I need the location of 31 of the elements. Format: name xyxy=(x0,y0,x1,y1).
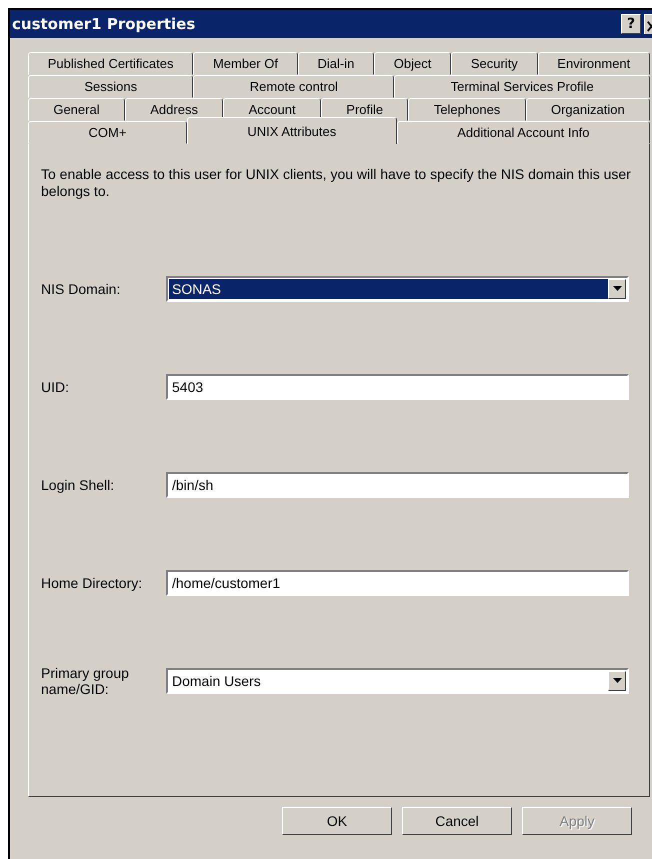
input-field[interactable]: 5403 xyxy=(166,374,629,400)
tab[interactable]: Environment xyxy=(538,52,650,75)
tab[interactable]: Object xyxy=(374,52,452,75)
tab[interactable]: Organization xyxy=(526,98,650,121)
tab[interactable]: Member Of xyxy=(193,52,298,75)
tab[interactable]: Sessions xyxy=(28,75,194,98)
tab[interactable]: Terminal Services Profile xyxy=(394,75,650,98)
dialog-button[interactable]: Cancel xyxy=(402,807,512,835)
help-button[interactable]: ? xyxy=(621,14,641,34)
tab[interactable]: Security xyxy=(451,52,538,75)
dropdown-field[interactable]: Domain Users xyxy=(166,668,629,694)
field-label: UID: xyxy=(41,379,70,395)
tab[interactable]: Telephones xyxy=(408,98,526,121)
field-label: Home Directory: xyxy=(41,575,144,591)
field-label: Login Shell: xyxy=(41,477,116,493)
tab[interactable]: UNIX Attributes xyxy=(186,117,397,144)
field-label: Primary group name/GID: xyxy=(41,665,130,697)
tab[interactable]: Dial-in xyxy=(298,52,374,75)
description-text: To enable access to this user for UNIX clients, you will have to specify the NIS domain this user belongs to. xyxy=(41,166,631,200)
window-title: customer1 Properties xyxy=(12,15,196,33)
field-label: NIS Domain: xyxy=(41,281,122,297)
tab[interactable]: Additional Account Info xyxy=(396,121,650,144)
tab[interactable]: General xyxy=(28,98,125,121)
tab[interactable]: Address xyxy=(124,98,224,121)
input-field[interactable]: /home/customer1 xyxy=(166,570,629,596)
tab[interactable]: Remote control xyxy=(193,75,394,98)
tab[interactable]: COM+ xyxy=(28,121,187,144)
dialog-button[interactable]: OK xyxy=(282,807,392,835)
tab[interactable]: Published Certificates xyxy=(28,52,194,75)
dropdown-field[interactable]: SONAS xyxy=(166,276,629,302)
input-field[interactable]: /bin/sh xyxy=(166,472,629,498)
